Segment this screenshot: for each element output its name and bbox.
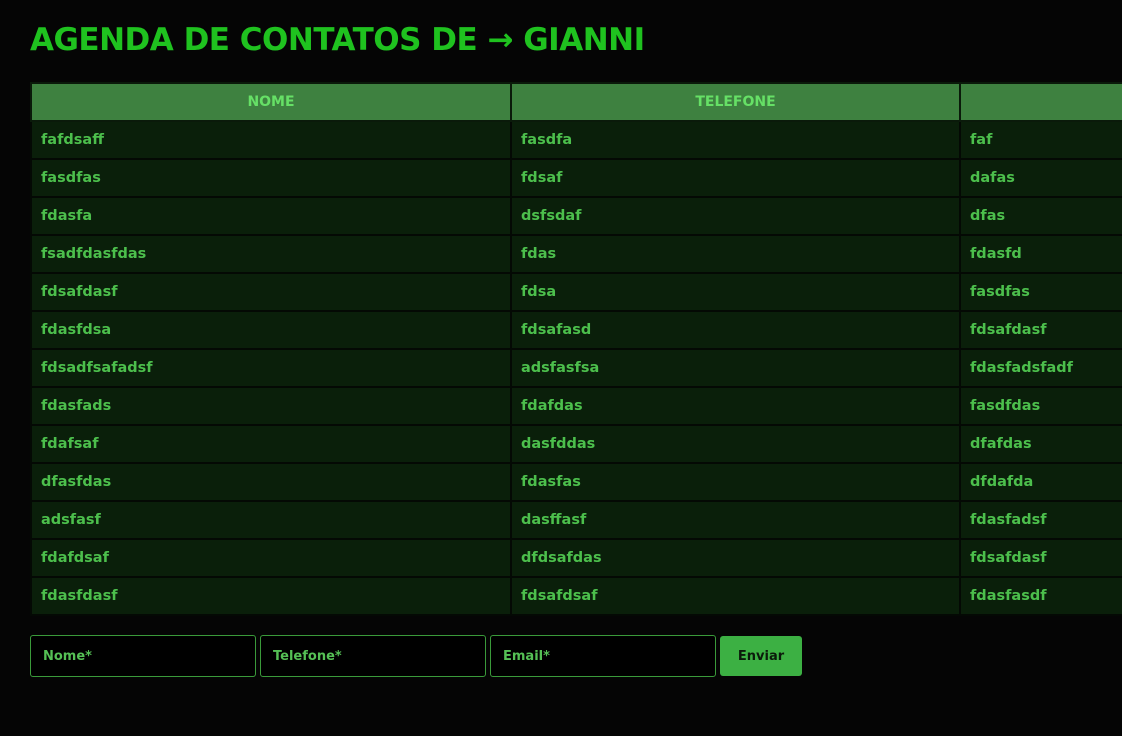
cell-nome: fdafdsaf	[30, 538, 512, 578]
cell-email: fdasfadsfadf	[959, 348, 1122, 388]
cell-telefone: adsfasfsa	[510, 348, 961, 388]
cell-telefone: fdasfas	[510, 462, 961, 502]
cell-telefone: dasfddas	[510, 424, 961, 464]
cell-nome: adsfasf	[30, 500, 512, 540]
cell-nome: fafdsaff	[30, 120, 512, 160]
cell-email: faf	[959, 120, 1122, 160]
table-row: fdasfads fdafdas fasdfdas	[30, 386, 1122, 426]
cell-email: dfdafda	[959, 462, 1122, 502]
table-row: fdasfdsa fdsafasd fdsafdasf	[30, 310, 1122, 350]
table-row: fsadfdasfdas fdas fdasfd	[30, 234, 1122, 274]
table-row: fdafsaf dasfddas dfafdas	[30, 424, 1122, 464]
cell-telefone: dfdsafdas	[510, 538, 961, 578]
table-row: fafdsaff fasdfa faf	[30, 120, 1122, 160]
table-row: fdasfdasf fdsafdsaf fdasfasdf	[30, 576, 1122, 616]
cell-telefone: fdafdas	[510, 386, 961, 426]
cell-email: fdasfasdf	[959, 576, 1122, 616]
cell-email: fasdfas	[959, 272, 1122, 312]
nome-input[interactable]	[30, 635, 256, 677]
contacts-table-container: NOME TELEFONE fafdsaff fasdfa faf fasdfas fd…	[30, 82, 1122, 616]
cell-email: fdsafdasf	[959, 538, 1122, 578]
cell-nome: fdasfdasf	[30, 576, 512, 616]
page-title: AGENDA DE CONTATOS DE → GIANNI	[30, 22, 645, 58]
cell-nome: fdsadfsafadsf	[30, 348, 512, 388]
table-row: fdsafdasf fdsa fasdfas	[30, 272, 1122, 312]
cell-nome: fdasfads	[30, 386, 512, 426]
cell-email: dfafdas	[959, 424, 1122, 464]
cell-email: fdsafdasf	[959, 310, 1122, 350]
table-row: fasdfas fdsaf dafas	[30, 158, 1122, 198]
cell-telefone: fasdfa	[510, 120, 961, 160]
table-row: fdsadfsafadsf adsfasfsa fdasfadsfadf	[30, 348, 1122, 388]
cell-telefone: fdsaf	[510, 158, 961, 198]
telefone-input[interactable]	[260, 635, 486, 677]
table-row: fdafdsaf dfdsafdas fdsafdasf	[30, 538, 1122, 578]
cell-nome: fsadfdasfdas	[30, 234, 512, 274]
cell-email: dafas	[959, 158, 1122, 198]
contacts-table: NOME TELEFONE fafdsaff fasdfa faf fasdfas fd…	[30, 82, 1122, 616]
cell-nome: fdasfa	[30, 196, 512, 236]
table-row: adsfasf dasffasf fdasfadsf	[30, 500, 1122, 540]
enviar-button[interactable]: Enviar	[720, 636, 802, 676]
column-header-email	[959, 82, 1122, 122]
page: AGENDA DE CONTATOS DE → GIANNI NOME TELE…	[0, 0, 1122, 736]
column-header-telefone: TELEFONE	[510, 82, 961, 122]
cell-nome: fasdfas	[30, 158, 512, 198]
table-row: dfasfdas fdasfas dfdafda	[30, 462, 1122, 502]
cell-email: dfas	[959, 196, 1122, 236]
cell-telefone: dasffasf	[510, 500, 961, 540]
table-header-row: NOME TELEFONE	[30, 82, 1122, 122]
cell-telefone: fdas	[510, 234, 961, 274]
email-input[interactable]	[490, 635, 716, 677]
cell-nome: fdasfdsa	[30, 310, 512, 350]
cell-telefone: fdsafasd	[510, 310, 961, 350]
table-row: fdasfa dsfsdaf dfas	[30, 196, 1122, 236]
cell-nome: fdsafdasf	[30, 272, 512, 312]
cell-telefone: fdsafdsaf	[510, 576, 961, 616]
table-body: fafdsaff fasdfa faf fasdfas fdsaf dafas fdasfa…	[30, 120, 1122, 616]
cell-email: fdasfd	[959, 234, 1122, 274]
cell-nome: dfasfdas	[30, 462, 512, 502]
cell-telefone: fdsa	[510, 272, 961, 312]
cell-nome: fdafsaf	[30, 424, 512, 464]
cell-email: fdasfadsf	[959, 500, 1122, 540]
cell-telefone: dsfsdaf	[510, 196, 961, 236]
cell-email: fasdfdas	[959, 386, 1122, 426]
column-header-nome: NOME	[30, 82, 512, 122]
